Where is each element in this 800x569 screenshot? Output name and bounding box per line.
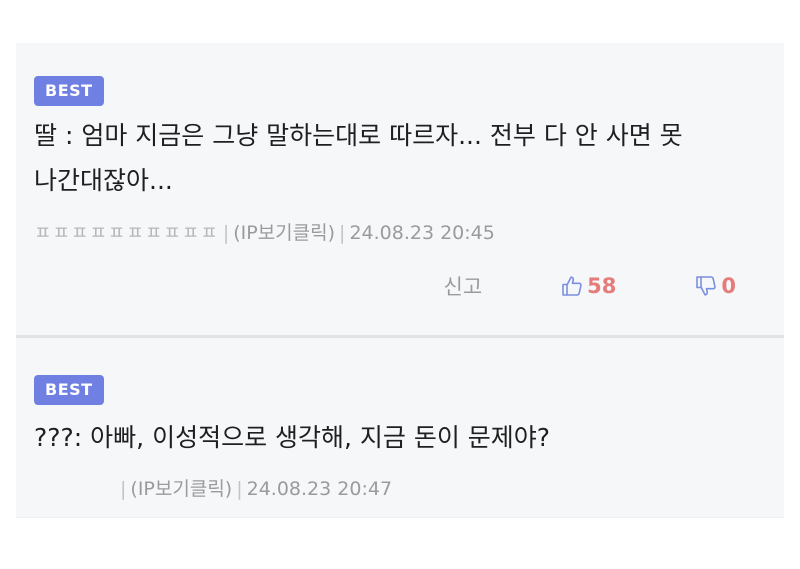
meta-separator: | [236,478,243,500]
meta-separator: | [339,222,346,244]
comment-actions: 신고 58 0 [444,271,737,301]
thumbs-down-icon [696,276,717,296]
like-button[interactable]: 58 [560,274,616,298]
comment-text: 딸 : 엄마 지금은 그냥 말하는대로 따르자... 전부 다 안 사면 못 나… [34,121,683,195]
like-count: 58 [587,274,617,298]
meta-separator: | [120,478,127,500]
ip-view-link[interactable]: (IP보기클릭) [233,222,335,244]
report-button[interactable]: 신고 [444,271,483,301]
comment-meta: ㅍㅍㅍㅍㅍㅍㅍㅍㅍㅍ | (IP보기클릭) | 24.08.23 20:45 [34,220,495,246]
dislike-count: 0 [721,274,736,298]
meta-separator: | [222,222,230,244]
comment-timestamp: 24.08.23 20:45 [349,222,495,244]
thumbs-up-icon [562,276,582,296]
page: BEST 딸 : 엄마 지금은 그냥 말하는대로 따르자... 전부 다 안 사… [0,0,800,569]
best-badge: BEST [34,76,104,106]
comment-item: BEST 딸 : 엄마 지금은 그냥 말하는대로 따르자... 전부 다 안 사… [16,43,784,338]
dislike-button[interactable]: 0 [694,274,736,298]
ip-view-link[interactable]: (IP보기클릭) [130,478,232,500]
best-comment-list: BEST 딸 : 엄마 지금은 그냥 말하는대로 따르자... 전부 다 안 사… [16,43,784,518]
comment-timestamp: 24.08.23 20:47 [246,478,393,500]
comment-meta: | (IP보기클릭) | 24.08.23 20:47 [34,476,392,502]
author-nickname[interactable]: ㅍㅍㅍㅍㅍㅍㅍㅍㅍㅍ [34,222,219,244]
best-badge: BEST [34,375,104,405]
comment-text: ???: 아빠, 이성적으로 생각해, 지금 돈이 문제야? [34,423,551,452]
